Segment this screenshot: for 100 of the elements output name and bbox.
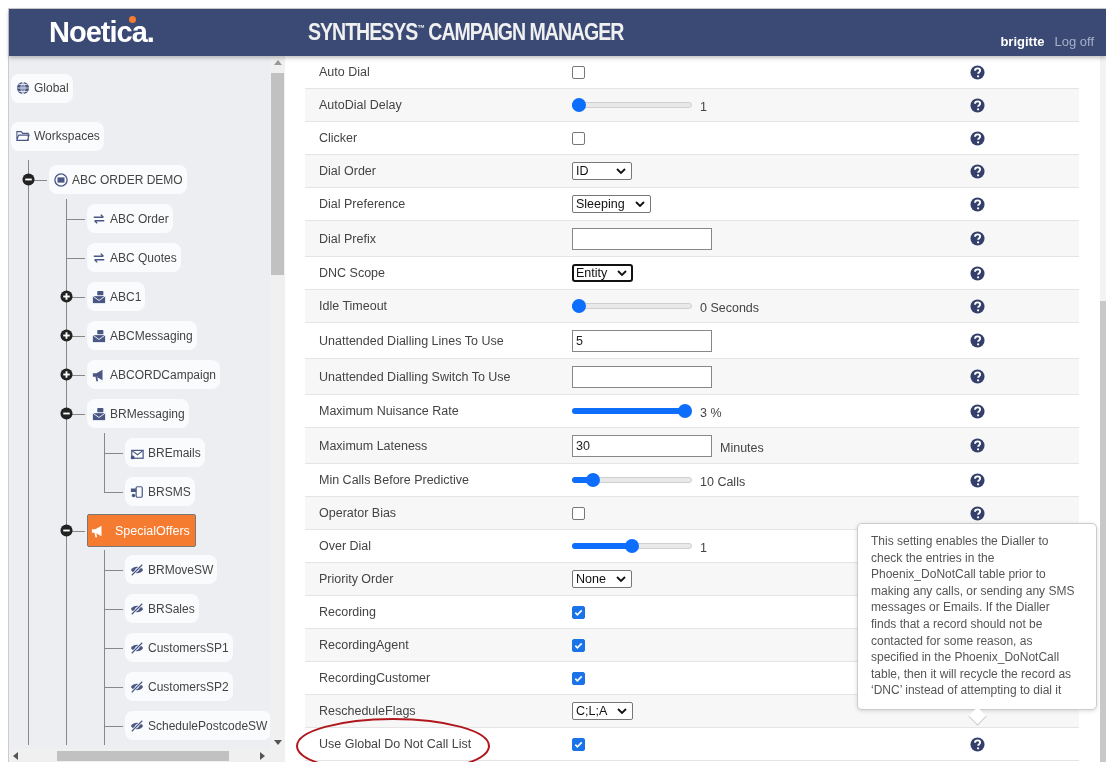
input-field[interactable]: 30 [572,434,712,457]
tree-item[interactable]: ABC Order [87,204,173,233]
setting-label: RecordingAgent [319,638,409,652]
sms-icon [130,484,144,499]
setting-label: RecordingCustomer [319,671,431,685]
checkbox[interactable] [572,506,585,520]
checkbox[interactable] [572,638,585,652]
tooltip-text: This setting enables the Dialler to check the entries in the Phoenix_DoNotCall table prior to making any calls, or sending any SMS messages or Emails. If the Dialler finds that a record should not be contacted for some reason, as specified in the Phoenix_DoNotCall table, then it will recycle the record as ‘DNC’ instead of attempting to dial it [871,534,1075,698]
setting-label: DNC Scope [319,266,385,280]
tree-item[interactable]: CustomersSP1 [125,633,233,662]
checkbox[interactable] [572,737,585,751]
tree-item[interactable]: ABCMessaging [87,321,197,350]
tree-item[interactable]: ABC Quotes [87,243,181,272]
checkbox[interactable] [572,605,585,619]
tree-item[interactable]: CustomersSP2 [125,672,233,701]
setting-label: Priority Order [319,572,394,586]
tree-item[interactable]: ABC ORDER DEMO [49,165,187,194]
help-icon[interactable] [969,163,985,179]
tree-item[interactable]: BRMoveSW [125,555,218,584]
slider-thumb[interactable] [572,98,586,112]
slider-thumb[interactable] [678,404,692,418]
checkbox[interactable] [572,131,585,145]
help-icon[interactable] [969,438,985,453]
tree-item[interactable]: BRSales [125,594,199,623]
slider[interactable] [572,473,692,487]
tree-item[interactable]: SchedulePostcodeSW [125,711,270,740]
slider[interactable] [572,98,692,112]
help-icon[interactable] [969,505,985,521]
expand-icon[interactable] [60,329,73,342]
setting-label: Maximum Nuisance Rate [319,404,459,418]
slider-thumb[interactable] [572,299,586,313]
app-title: SYNTHESYS$^{™}$ CAMPAIGN MANAGER [308,19,624,46]
tree-item[interactable]: ABC1 [87,282,146,311]
tree-item[interactable]: Global [11,73,73,103]
setting-label: Operator Bias [319,506,397,520]
collapse-icon[interactable] [60,407,73,420]
horizontal-scrollbar[interactable] [9,749,285,762]
slider-value: 0 Seconds [700,301,760,315]
tree-item[interactable]: BRMessaging [87,399,189,428]
expand-icon[interactable] [60,290,73,303]
tree-item[interactable]: ABCORDCampaign [87,360,221,389]
collapse-icon[interactable] [22,173,35,186]
tree-item[interactable]: BREmails [125,438,205,467]
dropdown[interactable]: Entity [572,264,634,282]
caret-icon [616,576,626,582]
collapse-icon[interactable] [60,524,73,537]
setting-label: AutoDial Delay [319,98,402,112]
setting-label: Unattended Dialling Lines To Use [319,333,504,348]
tree-item[interactable]: Workspaces [11,121,104,151]
messaging-icon [92,289,106,304]
checkbox[interactable] [572,65,585,79]
folder-icon [16,129,30,143]
setting-label: Dial Preference [319,197,406,211]
expand-icon[interactable] [60,368,73,381]
help-icon[interactable] [969,472,985,488]
slider-value: 10 Calls [700,475,746,489]
help-icon[interactable] [969,265,985,281]
caret-icon [616,168,626,174]
slider-thumb[interactable] [585,473,600,487]
slider[interactable] [572,299,692,313]
unit-label: Minutes [720,440,764,455]
input-field[interactable] [572,365,712,388]
scroll-right-icon[interactable] [260,752,265,760]
slider-thumb[interactable] [625,539,639,553]
dropdown[interactable]: ID [572,162,632,180]
help-icon[interactable] [969,333,985,348]
help-icon[interactable] [969,231,985,246]
dropdown[interactable]: None [572,570,632,588]
log-off-link[interactable]: Log off [1054,34,1094,49]
help-icon[interactable] [969,196,985,212]
caret-icon [617,270,628,276]
setting-label: Use Global Do Not Call List [319,737,472,751]
scrollbar[interactable] [270,56,285,749]
help-icon[interactable] [969,97,985,113]
setting-label: Min Calls Before Predictive [319,473,470,487]
setting-label: Maximum Lateness [319,438,428,453]
help-icon[interactable] [969,736,985,752]
help-icon[interactable] [969,298,985,314]
messaging-icon [92,328,106,343]
caret-icon [617,708,628,714]
slider-value: 3 % [700,406,722,420]
help-icon[interactable] [969,130,985,146]
slider-value: 1 [700,541,707,555]
dropdown[interactable]: Sleeping [572,195,651,213]
slider[interactable] [572,539,692,553]
help-icon[interactable] [969,369,985,384]
slider[interactable] [572,404,692,418]
scroll-left-icon[interactable] [13,752,18,760]
setting-label: Dial Prefix [319,231,376,246]
input-field[interactable]: 5 [572,329,712,352]
setting-label: Clicker [319,131,358,145]
help-icon[interactable] [969,64,985,80]
checkbox[interactable] [572,671,585,685]
tree-item[interactable]: BRSMS [125,477,195,506]
dropdown[interactable]: C;L;A [572,702,634,720]
help-icon[interactable] [969,403,985,419]
input-field[interactable] [572,227,712,250]
setting-label: RescheduleFlags [319,704,416,718]
caret-icon [634,201,645,207]
setting-label: Recording [319,605,376,619]
